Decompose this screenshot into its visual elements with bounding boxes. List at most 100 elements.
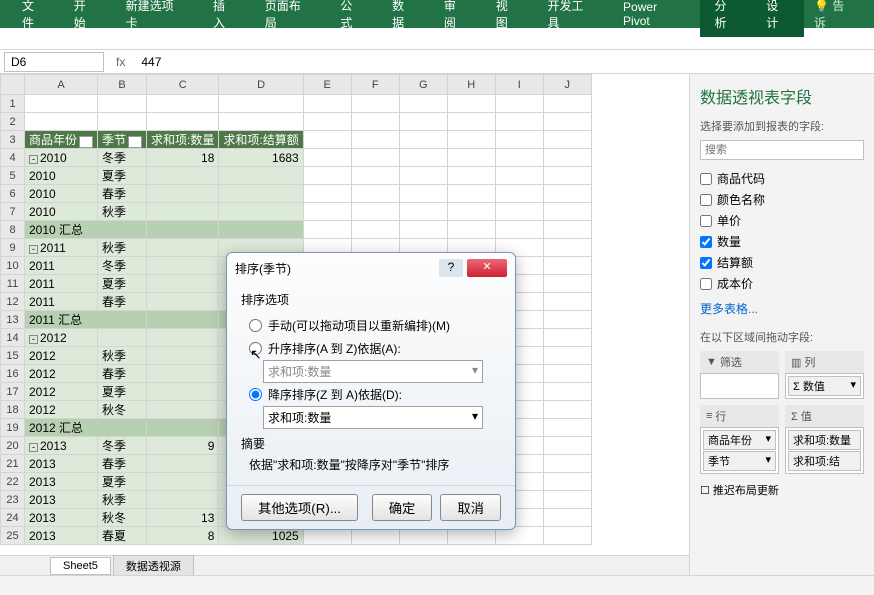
cell[interactable]: 18 bbox=[147, 149, 219, 167]
cell[interactable] bbox=[219, 113, 303, 131]
row-header[interactable]: 11 bbox=[1, 275, 25, 293]
row-header[interactable]: 19 bbox=[1, 419, 25, 437]
cell[interactable] bbox=[543, 491, 591, 509]
cell[interactable] bbox=[543, 509, 591, 527]
cell[interactable]: 秋冬 bbox=[98, 401, 147, 419]
cell[interactable] bbox=[147, 455, 219, 473]
tab-powerpivot[interactable]: Power Pivot bbox=[609, 0, 700, 34]
cell[interactable] bbox=[399, 95, 447, 113]
row-header[interactable]: 6 bbox=[1, 185, 25, 203]
cell[interactable] bbox=[447, 167, 495, 185]
cell[interactable]: 2013 bbox=[25, 527, 98, 545]
cell[interactable] bbox=[399, 113, 447, 131]
field-checkbox-1[interactable] bbox=[700, 194, 712, 206]
cell[interactable] bbox=[447, 95, 495, 113]
column-area[interactable]: Σ 数值▾ bbox=[785, 373, 864, 399]
row-header[interactable]: 15 bbox=[1, 347, 25, 365]
cell[interactable] bbox=[351, 203, 399, 221]
cell[interactable] bbox=[543, 131, 591, 149]
cell[interactable] bbox=[351, 185, 399, 203]
more-options-button[interactable]: 其他选项(R)... bbox=[241, 494, 358, 521]
cell[interactable] bbox=[147, 275, 219, 293]
cell[interactable] bbox=[147, 329, 219, 347]
cell[interactable] bbox=[399, 221, 447, 239]
cell[interactable] bbox=[399, 131, 447, 149]
tab-insert[interactable]: 插入 bbox=[199, 0, 251, 37]
subtotal-cell[interactable]: 2012 汇总 bbox=[25, 419, 147, 437]
cell[interactable] bbox=[147, 257, 219, 275]
cell[interactable]: 春季 bbox=[98, 293, 147, 311]
formula-input[interactable]: 447 bbox=[133, 55, 169, 69]
cell[interactable] bbox=[147, 383, 219, 401]
col-header-G[interactable]: G bbox=[399, 75, 447, 95]
cell[interactable] bbox=[543, 455, 591, 473]
row-header[interactable]: 1 bbox=[1, 95, 25, 113]
help-button[interactable]: ? bbox=[439, 259, 463, 277]
collapse-icon[interactable]: - bbox=[29, 155, 38, 164]
cell[interactable] bbox=[219, 185, 303, 203]
cell[interactable] bbox=[399, 149, 447, 167]
col-header-B[interactable]: B bbox=[98, 75, 147, 95]
cell[interactable] bbox=[351, 149, 399, 167]
cell[interactable]: 秋季 bbox=[98, 347, 147, 365]
cell[interactable] bbox=[351, 167, 399, 185]
cell[interactable] bbox=[98, 329, 147, 347]
tab-view[interactable]: 视图 bbox=[482, 0, 534, 37]
row-header[interactable]: 13 bbox=[1, 311, 25, 329]
row-header[interactable]: 24 bbox=[1, 509, 25, 527]
row-header[interactable]: 16 bbox=[1, 365, 25, 383]
cell[interactable] bbox=[543, 311, 591, 329]
radio-manual[interactable] bbox=[249, 319, 262, 332]
cell[interactable] bbox=[147, 419, 219, 437]
cell[interactable]: -2010 bbox=[25, 149, 98, 167]
cell[interactable] bbox=[219, 203, 303, 221]
cell[interactable] bbox=[303, 185, 351, 203]
cell[interactable] bbox=[351, 221, 399, 239]
cell[interactable] bbox=[543, 149, 591, 167]
col-header-A[interactable]: A bbox=[25, 75, 98, 95]
pt-season-header[interactable]: 季节▾ bbox=[98, 131, 147, 149]
row-header[interactable]: 4 bbox=[1, 149, 25, 167]
cell[interactable]: 13 bbox=[147, 509, 219, 527]
fx-icon[interactable]: fx bbox=[108, 55, 133, 69]
cell[interactable] bbox=[495, 95, 543, 113]
name-box[interactable] bbox=[4, 52, 104, 72]
row-chip-0[interactable]: 商品年份▾ bbox=[703, 430, 776, 450]
sheet-tab-active[interactable]: Sheet5 bbox=[50, 557, 111, 575]
cell[interactable] bbox=[495, 185, 543, 203]
cell[interactable]: 2010 bbox=[25, 185, 98, 203]
cell[interactable]: 2011 bbox=[25, 293, 98, 311]
cell[interactable]: 2012 bbox=[25, 365, 98, 383]
row-area[interactable]: 商品年份▾ 季节▾ bbox=[700, 427, 779, 474]
cell[interactable]: 冬季 bbox=[98, 437, 147, 455]
cell[interactable] bbox=[147, 113, 219, 131]
cell[interactable]: 8 bbox=[147, 527, 219, 545]
value-chip-1[interactable]: 求和项:结 bbox=[788, 451, 861, 471]
cell[interactable]: 夏季 bbox=[98, 383, 147, 401]
worksheet[interactable]: ABCDEFGHIJ123商品年份▾季节▾求和项:数量求和项:结算额4-2010… bbox=[0, 74, 689, 575]
cell[interactable] bbox=[543, 473, 591, 491]
cell[interactable] bbox=[543, 239, 591, 257]
cell[interactable] bbox=[303, 203, 351, 221]
row-header[interactable]: 23 bbox=[1, 491, 25, 509]
col-header-J[interactable]: J bbox=[543, 75, 591, 95]
cell[interactable] bbox=[543, 365, 591, 383]
more-tables-link[interactable]: 更多表格... bbox=[700, 300, 864, 317]
cell[interactable] bbox=[495, 167, 543, 185]
cell[interactable] bbox=[543, 185, 591, 203]
cell[interactable]: 冬季 bbox=[98, 257, 147, 275]
ok-button[interactable]: 确定 bbox=[372, 494, 433, 521]
cell[interactable] bbox=[543, 95, 591, 113]
row-header[interactable]: 9 bbox=[1, 239, 25, 257]
tab-home[interactable]: 开始 bbox=[60, 0, 112, 37]
pt-amt-header[interactable]: 求和项:结算额 bbox=[219, 131, 303, 149]
cell[interactable] bbox=[147, 185, 219, 203]
cell[interactable] bbox=[447, 113, 495, 131]
cell[interactable] bbox=[543, 401, 591, 419]
tab-new[interactable]: 新建选项卡 bbox=[112, 0, 199, 37]
row-header[interactable]: 5 bbox=[1, 167, 25, 185]
tab-data[interactable]: 数据 bbox=[378, 0, 430, 37]
row-header[interactable]: 7 bbox=[1, 203, 25, 221]
cell[interactable] bbox=[543, 329, 591, 347]
cell[interactable] bbox=[495, 131, 543, 149]
